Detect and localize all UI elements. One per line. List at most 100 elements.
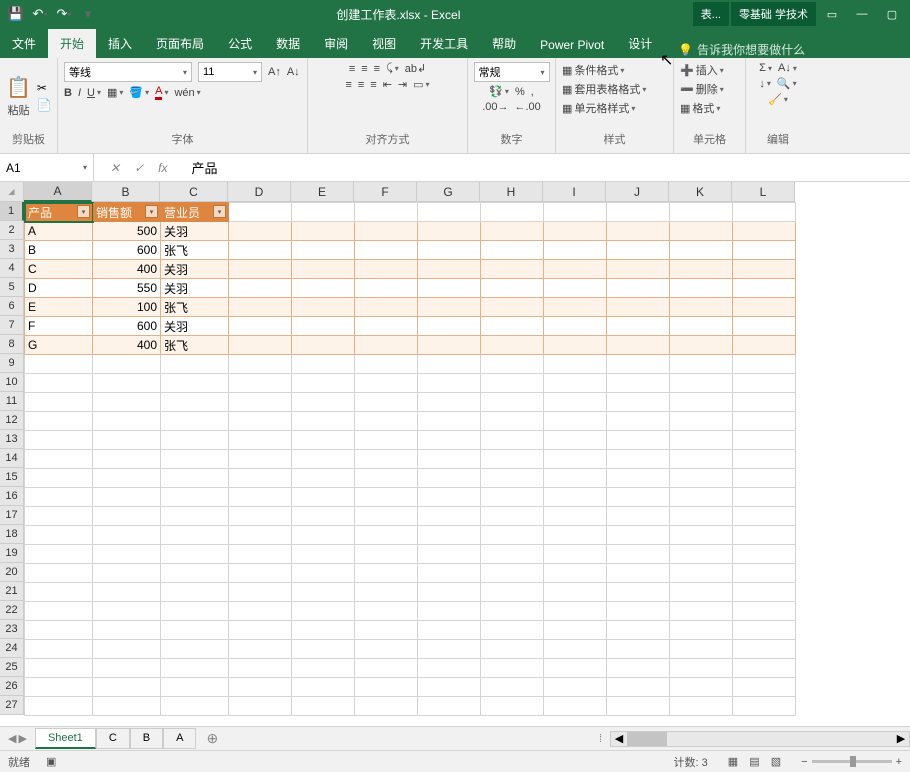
cell-K26[interactable]	[670, 678, 733, 697]
cell-B9[interactable]	[93, 355, 161, 374]
cell-H20[interactable]	[481, 564, 544, 583]
cell-H10[interactable]	[481, 374, 544, 393]
cell-E21[interactable]	[292, 583, 355, 602]
cell-G7[interactable]	[418, 317, 481, 336]
cell-K18[interactable]	[670, 526, 733, 545]
cell-F22[interactable]	[355, 602, 418, 621]
cell-G9[interactable]	[418, 355, 481, 374]
cell-B22[interactable]	[93, 602, 161, 621]
cell-J9[interactable]	[607, 355, 670, 374]
cell-H6[interactable]	[481, 298, 544, 317]
format-as-table-button[interactable]: ▦ 套用表格格式 ▾	[562, 81, 646, 97]
cell-L11[interactable]	[733, 393, 796, 412]
cell-A8[interactable]: G	[25, 336, 93, 355]
cell-I26[interactable]	[544, 678, 607, 697]
cell-L6[interactable]	[733, 298, 796, 317]
row-header-25[interactable]: 25	[0, 658, 24, 677]
cell-D16[interactable]	[229, 488, 292, 507]
cell-I12[interactable]	[544, 412, 607, 431]
row-header-6[interactable]: 6	[0, 297, 24, 316]
cell-C26[interactable]	[161, 678, 229, 697]
sheet-tab-A[interactable]: A	[163, 728, 196, 749]
cell-I10[interactable]	[544, 374, 607, 393]
cell-B24[interactable]	[93, 640, 161, 659]
cell-J7[interactable]	[607, 317, 670, 336]
cell-H23[interactable]	[481, 621, 544, 640]
cell-F13[interactable]	[355, 431, 418, 450]
phonetic-button[interactable]: wén ▾	[174, 87, 200, 99]
clear-icon[interactable]: 🧹▾	[768, 93, 788, 106]
cell-K19[interactable]	[670, 545, 733, 564]
cell-I19[interactable]	[544, 545, 607, 564]
ribbon-options-icon[interactable]: ▭	[818, 2, 846, 26]
cell-G4[interactable]	[418, 260, 481, 279]
align-middle-icon[interactable]: ≡	[361, 63, 367, 75]
cell-C9[interactable]	[161, 355, 229, 374]
autosum-icon[interactable]: Σ▾	[759, 62, 772, 74]
cell-G10[interactable]	[418, 374, 481, 393]
cell-H15[interactable]	[481, 469, 544, 488]
enter-icon[interactable]: ✓	[134, 161, 144, 175]
cell-L21[interactable]	[733, 583, 796, 602]
cell-C22[interactable]	[161, 602, 229, 621]
cell-J11[interactable]	[607, 393, 670, 412]
align-left-icon[interactable]: ≡	[345, 79, 351, 91]
cell-D24[interactable]	[229, 640, 292, 659]
cell-F20[interactable]	[355, 564, 418, 583]
cell-B8[interactable]: 400	[93, 336, 161, 355]
column-header-J[interactable]: J	[606, 182, 669, 202]
cell-L16[interactable]	[733, 488, 796, 507]
cell-B14[interactable]	[93, 450, 161, 469]
row-header-12[interactable]: 12	[0, 411, 24, 430]
italic-button[interactable]: I	[78, 87, 81, 99]
cell-C5[interactable]: 关羽	[161, 279, 229, 298]
number-format-combo[interactable]: 常规▾	[474, 62, 550, 82]
cell-D9[interactable]	[229, 355, 292, 374]
cell-K8[interactable]	[670, 336, 733, 355]
cell-G11[interactable]	[418, 393, 481, 412]
cell-B25[interactable]	[93, 659, 161, 678]
cell-E13[interactable]	[292, 431, 355, 450]
column-header-D[interactable]: D	[228, 182, 291, 202]
cell-B12[interactable]	[93, 412, 161, 431]
tab-view[interactable]: 视图	[360, 29, 408, 58]
cut-icon[interactable]: ✂	[37, 81, 52, 95]
increase-decimal-icon[interactable]: .00→	[482, 101, 508, 113]
cell-I17[interactable]	[544, 507, 607, 526]
cell-B4[interactable]: 400	[93, 260, 161, 279]
copy-icon[interactable]: 📄	[37, 98, 52, 112]
cell-I18[interactable]	[544, 526, 607, 545]
cell-C6[interactable]: 张飞	[161, 298, 229, 317]
cell-H26[interactable]	[481, 678, 544, 697]
cell-A1[interactable]: 产品▾	[25, 203, 93, 222]
cell-B23[interactable]	[93, 621, 161, 640]
insert-cells-button[interactable]: ➕ 插入 ▾	[680, 62, 724, 78]
cell-J2[interactable]	[607, 222, 670, 241]
filter-button-icon[interactable]: ▾	[213, 205, 226, 218]
maximize-icon[interactable]: ▢	[878, 2, 906, 26]
cell-A27[interactable]	[25, 697, 93, 716]
sheet-tab-Sheet1[interactable]: Sheet1	[35, 728, 96, 749]
cell-G25[interactable]	[418, 659, 481, 678]
cell-L22[interactable]	[733, 602, 796, 621]
cell-F19[interactable]	[355, 545, 418, 564]
cell-J19[interactable]	[607, 545, 670, 564]
cell-H12[interactable]	[481, 412, 544, 431]
cell-H2[interactable]	[481, 222, 544, 241]
cell-H1[interactable]	[481, 203, 544, 222]
row-header-14[interactable]: 14	[0, 449, 24, 468]
cell-E8[interactable]	[292, 336, 355, 355]
cell-I2[interactable]	[544, 222, 607, 241]
cell-A18[interactable]	[25, 526, 93, 545]
align-bottom-icon[interactable]: ≡	[374, 63, 380, 75]
cell-I22[interactable]	[544, 602, 607, 621]
row-header-16[interactable]: 16	[0, 487, 24, 506]
cell-C17[interactable]	[161, 507, 229, 526]
cell-E14[interactable]	[292, 450, 355, 469]
cell-J13[interactable]	[607, 431, 670, 450]
cell-K1[interactable]	[670, 203, 733, 222]
cell-J1[interactable]	[607, 203, 670, 222]
cell-H4[interactable]	[481, 260, 544, 279]
cell-G12[interactable]	[418, 412, 481, 431]
cell-I15[interactable]	[544, 469, 607, 488]
